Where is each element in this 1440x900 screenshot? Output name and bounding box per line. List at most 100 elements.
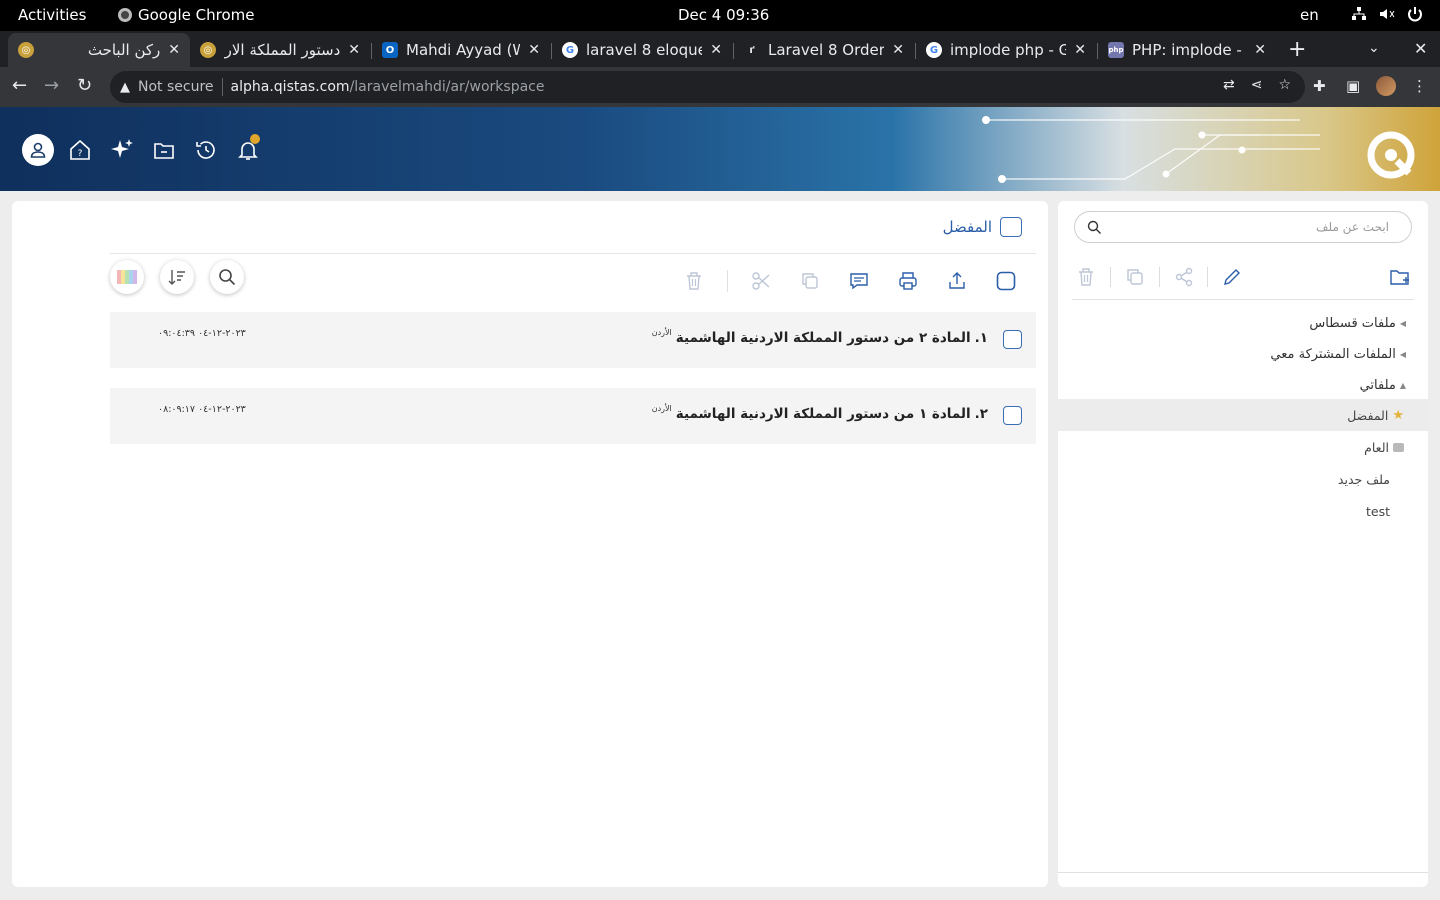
close-icon[interactable]: ✕ — [710, 42, 722, 58]
delete-button[interactable] — [678, 265, 710, 297]
network-icon — [1352, 7, 1366, 20]
caret-up-icon[interactable]: ▲ — [1400, 381, 1406, 390]
close-icon[interactable]: ✕ — [168, 42, 180, 58]
tab-search-button[interactable]: ⌄ — [1368, 40, 1380, 56]
close-icon[interactable]: ✕ — [528, 42, 540, 58]
google-icon: G — [562, 42, 578, 58]
checkbox-icon — [996, 271, 1016, 291]
copy-icon — [802, 273, 818, 289]
help-home-icon: ? — [70, 139, 90, 160]
copy-button[interactable] — [794, 265, 826, 297]
bookmark-star-icon[interactable]: ☆ — [1278, 77, 1291, 93]
file-row[interactable]: ٢. المادة ١ من دستور المملكة الاردنية ال… — [110, 388, 1036, 444]
tree-item-favorites[interactable]: ★ المفضل — [1347, 408, 1404, 423]
file-title[interactable]: ١. المادة ٢ من دستور المملكة الاردنية ال… — [652, 328, 988, 346]
tree-item-test[interactable]: test — [1366, 504, 1390, 519]
close-icon[interactable]: ✕ — [1254, 42, 1266, 58]
trash-icon — [1079, 268, 1093, 286]
tree-item-qistas-files[interactable]: ◀ ملفات قسطاس — [1309, 316, 1406, 331]
side-panel-icon[interactable]: ▣ — [1346, 77, 1360, 95]
tree-label: ملف جديد — [1337, 472, 1390, 487]
user-account-button[interactable] — [22, 134, 54, 166]
profile-avatar[interactable] — [1376, 76, 1396, 96]
tab-title: implode php - Gc — [950, 41, 1067, 59]
tab-jordan-constitution[interactable]: ◎ دستور المملكة الار ✕ — [190, 33, 370, 67]
rename-folder-button[interactable] — [1218, 263, 1246, 291]
security-label[interactable]: Not secure — [138, 79, 214, 95]
copy-folder-button[interactable] — [1121, 263, 1149, 291]
new-tab-button[interactable]: + — [1288, 37, 1306, 62]
tab-php-implode[interactable]: php PHP: implode - M ✕ — [1098, 33, 1276, 67]
row-title: المادة ١ من دستور المملكة الاردنية الهاش… — [675, 406, 971, 422]
tab-laravel-order[interactable]: ґ Laravel 8 Order E ✕ — [734, 33, 914, 67]
history-button[interactable] — [190, 134, 222, 166]
current-folder-title: المفضل — [943, 217, 1022, 237]
row-index: ١. — [974, 330, 988, 346]
outlook-icon: O — [382, 42, 398, 58]
search-files-button[interactable] — [210, 260, 244, 294]
cut-button[interactable] — [745, 265, 777, 297]
close-icon[interactable]: ✕ — [348, 42, 360, 58]
row-date: ٢٠٢٣-١٢-٠٤ ٠٨:٠٩:١٧ — [158, 404, 246, 415]
close-icon[interactable]: ✕ — [1074, 42, 1086, 58]
url-host: alpha.qistas.com — [230, 79, 350, 95]
notifications-button[interactable] — [232, 134, 264, 166]
print-button[interactable] — [892, 265, 924, 297]
sparkle-icon — [111, 139, 133, 158]
language-indicator[interactable]: en — [1300, 6, 1319, 24]
system-tray[interactable] — [1350, 5, 1424, 23]
app-menu[interactable]: Google Chrome — [118, 6, 255, 24]
export-button[interactable] — [941, 265, 973, 297]
forward-button[interactable]: → — [44, 75, 59, 96]
file-title[interactable]: ٢. المادة ١ من دستور المملكة الاردنية ال… — [651, 404, 988, 422]
qistas-logo[interactable] — [1367, 131, 1415, 179]
tab-outlook[interactable]: O Mahdi Ayyad (Wi ✕ — [372, 33, 550, 67]
back-button[interactable]: ← — [12, 75, 27, 96]
google-icon: G — [926, 42, 942, 58]
pencil-icon — [1224, 269, 1241, 285]
reload-button[interactable]: ↻ — [77, 75, 92, 96]
sort-button[interactable] — [160, 260, 194, 294]
row-checkbox[interactable] — [1003, 330, 1022, 349]
file-row[interactable]: ١. المادة ٢ من دستور المملكة الاردنية ال… — [110, 312, 1036, 368]
workspace-folder-button[interactable] — [148, 134, 180, 166]
copy-icon — [1127, 269, 1143, 285]
file-search-input[interactable] — [1109, 220, 1389, 234]
activities-button[interactable]: Activities — [18, 6, 86, 24]
notification-badge — [250, 134, 260, 144]
clock[interactable]: Dec 4 09:36 — [678, 6, 769, 24]
chrome-menu-icon[interactable]: ⋮ — [1412, 77, 1427, 95]
row-index: ٢. — [974, 406, 988, 422]
help-button[interactable]: ? — [64, 134, 96, 166]
tab-implode-google[interactable]: G implode php - Gc ✕ — [916, 33, 1096, 67]
new-folder-button[interactable] — [1386, 263, 1414, 291]
warning-icon[interactable]: ▲ — [120, 80, 130, 95]
share-icon[interactable]: ⋖ — [1251, 77, 1263, 93]
close-icon[interactable]: ✕ — [892, 42, 904, 58]
tree-item-my-files[interactable]: ▲ ملفاتي — [1360, 378, 1406, 393]
caret-left-icon[interactable]: ◀ — [1400, 350, 1406, 359]
share-folder-button[interactable] — [1170, 263, 1198, 291]
color-palette-icon — [117, 270, 137, 284]
delete-folder-button[interactable] — [1072, 263, 1100, 291]
tab-title: laravel 8 eloquen — [586, 41, 702, 59]
tree-item-shared-files[interactable]: ◀ الملفات المشتركة معي — [1270, 347, 1406, 362]
caret-left-icon[interactable]: ◀ — [1400, 319, 1406, 328]
tree-item-new-file[interactable]: ملف جديد — [1338, 472, 1390, 487]
window-close-button[interactable]: ✕ — [1414, 39, 1427, 58]
ai-assistant-button[interactable] — [106, 134, 138, 166]
tree-label: ملفاتي — [1359, 378, 1396, 393]
tree-item-general[interactable]: العام — [1364, 440, 1404, 455]
color-filter-button[interactable] — [110, 260, 144, 294]
translate-icon[interactable]: ⇄ — [1223, 77, 1235, 93]
browser-toolbar: ← → ↻ ▲ Not secure alpha.qistas.com /lar… — [0, 67, 1440, 107]
select-all-checkbox[interactable] — [990, 265, 1022, 297]
address-bar[interactable]: ▲ Not secure alpha.qistas.com /laravelma… — [110, 71, 1305, 103]
tab-researcher-corner[interactable]: ◎ ركن الباحث ✕ — [8, 33, 190, 67]
comment-button[interactable] — [843, 265, 875, 297]
row-checkbox[interactable] — [1003, 406, 1022, 425]
tree-label: test — [1365, 504, 1390, 519]
tab-laravel-eloquent[interactable]: G laravel 8 eloquen ✕ — [552, 33, 732, 67]
extensions-icon[interactable]: ✚ — [1313, 77, 1326, 95]
row-country-tag: الأردن — [651, 404, 672, 413]
